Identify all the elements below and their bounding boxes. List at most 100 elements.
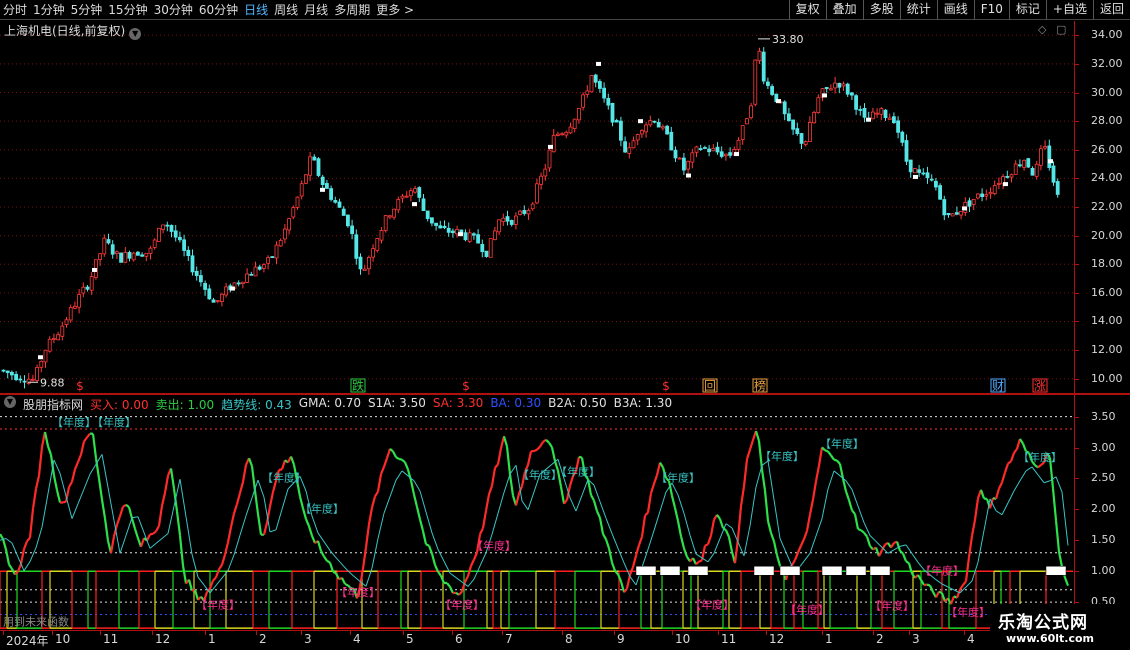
period-tab[interactable]: 多周期 bbox=[331, 0, 373, 20]
diamond-icon[interactable]: ◇ bbox=[1038, 23, 1046, 36]
signal-marker bbox=[1048, 159, 1053, 164]
trend-line-segment bbox=[131, 516, 139, 519]
candlestick bbox=[198, 269, 203, 287]
candlestick bbox=[194, 266, 199, 281]
step-bar bbox=[252, 570, 269, 629]
tool-button[interactable]: 统计 bbox=[899, 0, 937, 20]
oscillator-segment bbox=[79, 441, 86, 455]
candlestick bbox=[745, 117, 749, 125]
trend-line-segment bbox=[395, 470, 403, 481]
candlestick bbox=[707, 144, 711, 157]
year-annotation: 【年度】 bbox=[262, 471, 306, 485]
period-tab[interactable]: 日线 bbox=[241, 0, 271, 20]
oscillator-segment bbox=[938, 590, 943, 595]
event-marker[interactable]: 回 bbox=[702, 378, 718, 393]
event-marker[interactable]: $ bbox=[462, 379, 470, 393]
period-tab[interactable]: 30分钟 bbox=[151, 0, 196, 20]
candlestick bbox=[908, 159, 913, 178]
event-marker[interactable]: $ bbox=[76, 379, 84, 393]
trend-line-segment bbox=[323, 541, 331, 551]
oscillator-segment bbox=[592, 500, 599, 512]
oscillator-segment bbox=[736, 506, 743, 539]
trend-line-segment bbox=[1013, 480, 1021, 492]
trend-line-segment bbox=[593, 484, 601, 502]
candlestick bbox=[501, 213, 506, 226]
candlestick bbox=[110, 240, 115, 259]
period-tab[interactable]: 月线 bbox=[301, 0, 331, 20]
trend-line-segment bbox=[275, 509, 283, 530]
tool-button[interactable]: F10 bbox=[973, 0, 1009, 20]
indicator-chart[interactable]: 【年度】 【年度】 【年度】 【年度】 【年度】 【年度】 【年度】 【年度】 【年度】 【年度】… bbox=[0, 395, 1074, 630]
tool-button[interactable]: 叠加 bbox=[825, 0, 863, 20]
trend-line-segment bbox=[455, 577, 463, 583]
period-tab[interactable]: 分时 bbox=[0, 0, 30, 20]
tool-button[interactable]: 画线 bbox=[936, 0, 974, 20]
oscillator-segment bbox=[595, 510, 602, 519]
candlestick bbox=[173, 225, 178, 242]
tool-button[interactable]: +自选 bbox=[1045, 0, 1093, 20]
tool-button[interactable]: 返回 bbox=[1092, 0, 1130, 20]
candlestick bbox=[47, 336, 52, 353]
oscillator-segment bbox=[926, 583, 931, 587]
candlestick bbox=[694, 145, 699, 158]
event-marker[interactable]: 榜 bbox=[752, 378, 768, 393]
candlestick bbox=[568, 122, 573, 135]
period-tab[interactable]: 15分钟 bbox=[105, 0, 150, 20]
candlestick bbox=[795, 122, 800, 136]
indicator-canvas[interactable]: 【年度】【年度】【年度】【年度】【年度】【年度】【年度】【年度】【年度】【年度】… bbox=[0, 395, 1074, 630]
event-marker[interactable]: 涨 bbox=[1032, 378, 1048, 393]
indicator-tick-label: 3.50 bbox=[1091, 409, 1116, 423]
trend-line-segment bbox=[935, 579, 943, 585]
chevron-down-icon[interactable]: ▼ bbox=[129, 28, 142, 40]
tool-button[interactable]: 复权 bbox=[788, 0, 826, 20]
candlestick bbox=[123, 247, 128, 264]
indicator-name[interactable]: 股朋指标网 bbox=[23, 396, 83, 413]
period-tab[interactable]: 60分钟 bbox=[196, 0, 241, 20]
oscillator-segment bbox=[619, 581, 626, 593]
tool-button[interactable]: 多股 bbox=[862, 0, 900, 20]
trend-line-segment bbox=[845, 480, 853, 490]
price-chart[interactable]: 33.80 9.88 $ 跌 $ $ 回 榜 财 涨 上海机电(日线,前复权) ▼ ◇ ▢ bbox=[0, 21, 1074, 393]
trend-line-segment bbox=[419, 490, 427, 513]
period-tab[interactable]: 周线 bbox=[271, 0, 301, 20]
period-tab[interactable]: 更多 > bbox=[373, 0, 417, 20]
chevron-down-icon[interactable]: ▼ bbox=[4, 396, 16, 408]
svg-text:回: 回 bbox=[704, 379, 716, 393]
candlestick-canvas[interactable]: 33.80 9.88 $ 跌 $ $ 回 榜 财 涨 bbox=[0, 21, 1074, 393]
date-label: 6 bbox=[455, 632, 463, 646]
oscillator-segment bbox=[466, 565, 473, 577]
period-tab[interactable]: 1分钟 bbox=[30, 0, 68, 20]
event-marker[interactable]: 跌 bbox=[350, 378, 366, 393]
oscillator-segment bbox=[409, 480, 416, 495]
expand-icon[interactable]: ▢ bbox=[1056, 23, 1066, 36]
step-bar bbox=[492, 570, 501, 629]
candlestick bbox=[303, 174, 308, 185]
oscillator-segment bbox=[487, 485, 494, 495]
candlestick bbox=[383, 214, 388, 233]
candlestick bbox=[518, 209, 522, 216]
step-bar bbox=[554, 570, 575, 629]
event-marker[interactable]: 财 bbox=[990, 378, 1006, 393]
oscillator-segment bbox=[127, 506, 134, 519]
step-bar bbox=[829, 570, 857, 629]
candlestick bbox=[946, 212, 951, 218]
step-bar bbox=[823, 570, 830, 629]
signal-marker bbox=[686, 173, 691, 178]
oscillator-segment bbox=[46, 445, 53, 456]
candlestick bbox=[215, 300, 220, 304]
candlestick bbox=[539, 172, 543, 190]
step-bar bbox=[118, 570, 139, 629]
tool-button[interactable]: 标记 bbox=[1008, 0, 1046, 20]
period-tab[interactable]: 5分钟 bbox=[68, 0, 106, 20]
oscillator-segment bbox=[412, 494, 419, 508]
date-label: 10 bbox=[55, 632, 71, 646]
svg-text:跌: 跌 bbox=[352, 378, 364, 393]
legend-value: 3.50 bbox=[395, 396, 426, 410]
candlestick bbox=[358, 253, 363, 275]
oscillator-segment bbox=[1019, 438, 1024, 445]
chart-title[interactable]: 上海机电(日线,前复权) ▼ bbox=[4, 22, 142, 40]
signal-box bbox=[845, 566, 867, 576]
oscillator-segment bbox=[766, 520, 773, 534]
candlestick bbox=[627, 142, 632, 159]
event-marker[interactable]: $ bbox=[662, 379, 670, 393]
